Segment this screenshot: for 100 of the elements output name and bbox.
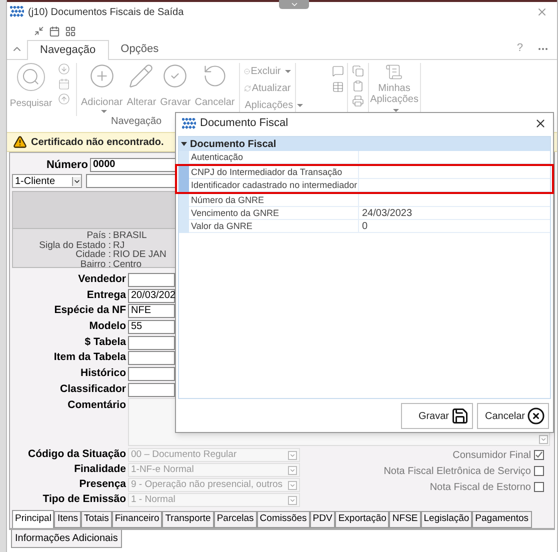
top-chevron-tab[interactable] [279, 0, 309, 9]
form-tab[interactable]: Comissões [256, 511, 310, 528]
copy-icon[interactable] [352, 65, 364, 77]
field-label: Tipo de Emissão [42, 492, 127, 508]
checkbox-label: Nota Fiscal de Estorno [430, 480, 531, 494]
chevron-down-icon [290, 0, 298, 9]
text-field[interactable] [128, 336, 175, 350]
clipboard-icon[interactable] [352, 80, 364, 92]
form-tab[interactable]: Totais [81, 511, 112, 528]
party-dropdown[interactable]: 1-Cliente [12, 174, 82, 188]
caret-icon [72, 176, 81, 186]
address-label: Bairro : [79, 260, 112, 267]
printer-icon[interactable] [352, 95, 364, 107]
check-icon [535, 451, 543, 459]
field-label: Item da Tabela [52, 350, 127, 366]
window-title: (j10) Documentos Fiscais de Saída [28, 6, 184, 20]
text-field[interactable] [128, 351, 175, 366]
property-name[interactable]: Número da GNRE [189, 194, 359, 207]
checkbox-label: Consumidor Final [452, 448, 531, 462]
save-icon [451, 407, 469, 425]
text-field[interactable] [128, 272, 175, 287]
field-label: Classificador [59, 382, 127, 397]
address-value: RJ [113, 240, 125, 248]
text-field[interactable] [128, 382, 175, 397]
ribbon-group-label: Navegação [111, 116, 162, 127]
text-field[interactable]: NFE [128, 304, 175, 318]
text-field[interactable]: 55 [128, 320, 175, 334]
search-icon [17, 63, 45, 91]
property-name[interactable]: CNPJ do Intermediador da Transação [189, 166, 359, 179]
plus-icon [88, 63, 115, 89]
ribbon-tab[interactable]: Navegação [27, 40, 109, 60]
address-label: País : [86, 231, 112, 238]
form-tab[interactable]: Informações Adicionais [11, 530, 122, 548]
text-field[interactable] [128, 366, 175, 381]
caret-icon [288, 496, 297, 504]
property-name[interactable]: Vencimento da GNRE [189, 207, 359, 220]
table-icon[interactable] [332, 81, 344, 93]
caret-icon [288, 466, 297, 474]
warning-icon [13, 135, 27, 149]
close-icon[interactable] [534, 117, 547, 130]
pencil-icon [128, 63, 154, 89]
caret-icon [288, 480, 297, 490]
checkbox[interactable] [534, 482, 544, 492]
check-icon [162, 63, 188, 89]
field-label: Número [45, 158, 89, 173]
party-field[interactable] [86, 174, 178, 188]
checkbox[interactable] [534, 466, 544, 476]
minus-icon [244, 66, 250, 76]
form-tab[interactable]: Itens [54, 511, 82, 528]
form-tab[interactable]: Parcelas [214, 511, 257, 528]
close-circle-icon [527, 407, 545, 425]
form-tab[interactable]: Pagamentos [472, 511, 532, 528]
logo-icon [10, 6, 24, 18]
logo-icon [182, 118, 196, 130]
ribbon-tab[interactable]: Opções [108, 39, 171, 59]
field-label: Presença [78, 477, 127, 492]
checkbox[interactable] [534, 450, 544, 460]
field-label: Comentário [66, 398, 127, 412]
dialog-title: Documento Fiscal [200, 116, 288, 132]
collapse-triangle-icon[interactable] [181, 142, 187, 146]
property-name[interactable]: Autenticação [189, 151, 359, 164]
field-label: Espécie da NF [53, 303, 127, 318]
form-tab[interactable]: Exportação [335, 511, 390, 528]
dropdown-icon[interactable] [539, 434, 548, 444]
shrink-icon[interactable] [34, 26, 44, 36]
refresh-icon [244, 82, 251, 94]
address-value: RIO DE JAN [113, 250, 166, 258]
field-label: Entrega [86, 288, 127, 303]
address-value: BRASIL [113, 231, 147, 238]
property-name[interactable]: Identificador cadastrado no intermediador [189, 179, 359, 192]
field-label: Histórico [79, 366, 127, 382]
comment-icon[interactable] [332, 65, 344, 77]
field-label: Finalidade [73, 462, 127, 478]
calendar-icon[interactable] [49, 26, 60, 36]
field-label: Código da Situação [26, 447, 127, 462]
form-tab[interactable]: Financeiro [112, 511, 162, 528]
checkbox-label: Nota Fiscal Eletrônica de Serviço [384, 464, 531, 478]
address-label: Cidade : [74, 250, 112, 258]
arrow-up-icon[interactable] [58, 93, 70, 105]
text-field[interactable]: 20/03/202 [128, 288, 175, 303]
arrow-down-icon[interactable] [58, 63, 70, 75]
warning-message: Certificado não encontrado. [31, 136, 164, 150]
form-tab[interactable]: NFSE [389, 511, 421, 528]
grid-icon[interactable] [65, 26, 76, 36]
property-value[interactable]: 24/03/2023 [359, 207, 550, 220]
form-tab[interactable]: PDV [310, 511, 336, 528]
address-label: Sigla do Estado : [38, 240, 112, 248]
dialog-button[interactable]: Cancelar [477, 403, 549, 429]
dialog-button[interactable]: Gravar [401, 403, 473, 429]
property-value[interactable]: 0 [359, 220, 550, 233]
form-tab[interactable]: Legislação [420, 511, 472, 528]
caret-icon [288, 450, 297, 460]
field-label: Modelo [88, 319, 127, 334]
field-label: Vendedor [77, 272, 127, 287]
form-tab[interactable]: Transporte [162, 511, 214, 528]
address-value: Centro [113, 260, 142, 267]
property-name[interactable]: Valor da GNRE [189, 220, 359, 233]
undo-icon [202, 63, 228, 89]
form-tab[interactable]: Principal [12, 510, 54, 528]
field-label: $ Tabela [84, 334, 127, 350]
